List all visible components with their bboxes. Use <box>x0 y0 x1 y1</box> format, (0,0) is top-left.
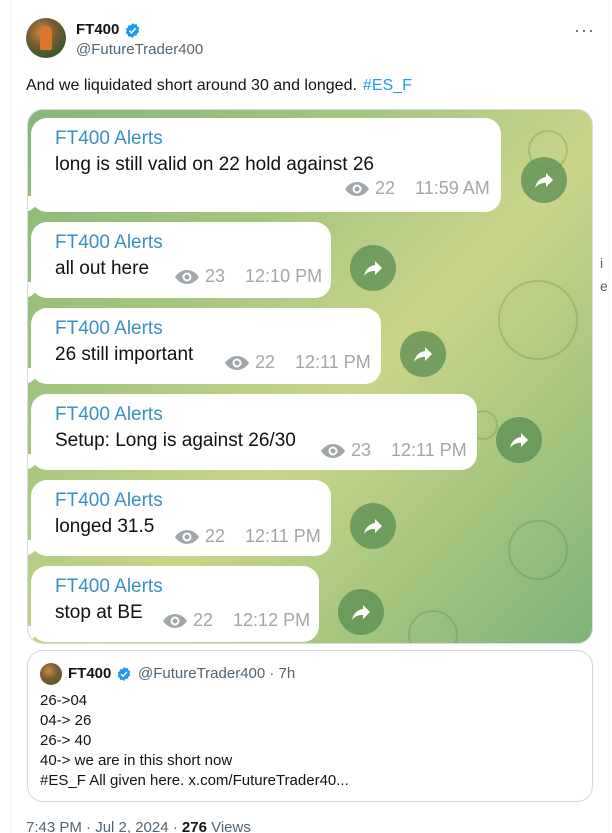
message-time: 12:12 PM <box>233 610 311 630</box>
quoted-author-avatar <box>40 663 62 685</box>
message-bubble[interactable]: FT400 Alerts 26 still important 22 12:11… <box>28 308 381 384</box>
doodle <box>408 610 458 643</box>
view-count: 22 <box>375 178 396 198</box>
view-count: 22 <box>205 526 226 546</box>
message-text: long is still valid on 22 hold against 2… <box>55 154 374 175</box>
forward-arrow-icon[interactable] <box>521 157 567 203</box>
bubble-tail <box>28 368 39 384</box>
message-time: 11:59 AM <box>415 178 490 198</box>
message-meta: 23 12:10 PM <box>175 266 322 287</box>
quoted-line: 26->04 <box>40 692 88 709</box>
message-text: Setup: Long is against 26/30 <box>55 430 296 451</box>
message-bubble[interactable]: FT400 Alerts stop at BE 22 12:12 PM <box>28 566 319 642</box>
message-bubble[interactable]: FT400 Alerts longed 31.5 22 12:11 PM <box>28 480 331 556</box>
message-time: 12:11 PM <box>245 526 321 546</box>
bubble-tail <box>28 626 39 642</box>
quoted-author-name: FT400 <box>68 665 112 682</box>
view-count: 23 <box>351 440 372 460</box>
views-count: 276 <box>181 819 207 833</box>
quoted-line: 04-> 26 <box>40 712 92 729</box>
doodle <box>508 520 568 580</box>
message-time: 12:10 PM <box>245 266 323 286</box>
message-text: longed 31.5 <box>55 516 155 537</box>
edge-fragment: e <box>600 278 608 294</box>
forward-arrow-icon[interactable] <box>350 503 396 549</box>
verified-badge-icon <box>125 23 140 38</box>
forward-arrow-icon[interactable] <box>400 331 446 377</box>
message-sender: FT400 Alerts <box>55 318 163 339</box>
view-count: 22 <box>255 352 276 372</box>
message-time: 12:11 PM <box>391 440 467 460</box>
message-meta: 23 12:11 PM <box>321 440 467 461</box>
author-name[interactable]: FT400 <box>76 21 119 38</box>
message-meta: 22 12:12 PM <box>163 610 310 631</box>
message-sender: FT400 Alerts <box>55 404 163 425</box>
message-text: 26 still important <box>55 344 194 365</box>
more-dots-icon[interactable]: ··· <box>574 20 595 41</box>
message-sender: FT400 Alerts <box>55 490 163 511</box>
tweet-media-image[interactable]: FT400 Alerts long is still valid on 22 h… <box>27 109 593 644</box>
eye-icon <box>225 355 249 370</box>
bubble-tail <box>28 196 39 212</box>
quoted-handle-time: @FutureTrader400 · 7h <box>138 665 296 682</box>
message-bubble[interactable]: FT400 Alerts Setup: Long is against 26/3… <box>28 394 477 470</box>
message-bubble[interactable]: FT400 Alerts long is still valid on 22 h… <box>28 118 501 212</box>
message-meta: 22 11:59 AM <box>345 178 490 199</box>
quoted-line: #ES_F All given here. x.com/FutureTrader… <box>40 772 349 789</box>
message-meta: 22 12:11 PM <box>175 526 321 547</box>
message-sender: FT400 Alerts <box>55 232 163 253</box>
verified-badge-icon <box>117 667 131 681</box>
message-text: all out here <box>55 258 150 279</box>
post-time[interactable]: 7:43 PM · Jul 2, 2024 · <box>26 819 182 833</box>
tweet-timestamp[interactable]: 7:43 PM · Jul 2, 2024 · 276 Views <box>26 819 251 833</box>
eye-icon <box>163 613 187 628</box>
tweet-body: And we liquidated short around 30 and lo… <box>26 77 357 94</box>
forward-arrow-icon[interactable] <box>338 589 384 635</box>
bubble-tail <box>28 454 39 470</box>
quoted-text: 26->04 04-> 26 26-> 40 40-> we are in th… <box>40 691 349 791</box>
quoted-line: 26-> 40 <box>40 732 92 749</box>
hashtag-link[interactable]: #ES_F <box>363 77 412 94</box>
eye-icon <box>345 181 369 196</box>
quoted-line: 40-> we are in this short now <box>40 752 233 769</box>
bubble-tail <box>28 282 39 298</box>
forward-arrow-icon[interactable] <box>350 245 396 291</box>
author-avatar[interactable] <box>26 18 66 58</box>
message-sender: FT400 Alerts <box>55 128 163 149</box>
author-handle[interactable]: @FutureTrader400 <box>76 41 203 58</box>
doodle <box>498 280 578 360</box>
eye-icon <box>175 269 199 284</box>
message-bubble[interactable]: FT400 Alerts all out here 23 12:10 PM <box>28 222 331 298</box>
forward-arrow-icon[interactable] <box>496 417 542 463</box>
message-sender: FT400 Alerts <box>55 576 163 597</box>
message-time: 12:11 PM <box>295 352 371 372</box>
views-label: Views <box>206 819 251 833</box>
eye-icon <box>175 529 199 544</box>
view-count: 22 <box>193 610 214 630</box>
tweet-text: And we liquidated short around 30 and lo… <box>26 77 412 95</box>
message-meta: 22 12:11 PM <box>225 352 371 373</box>
message-text: stop at BE <box>55 602 143 623</box>
edge-fragment: i <box>600 255 604 271</box>
quoted-tweet[interactable]: FT400 @FutureTrader400 · 7h 26->04 04-> … <box>27 650 593 802</box>
eye-icon <box>321 443 345 458</box>
view-count: 23 <box>205 266 226 286</box>
bubble-tail <box>28 540 39 556</box>
